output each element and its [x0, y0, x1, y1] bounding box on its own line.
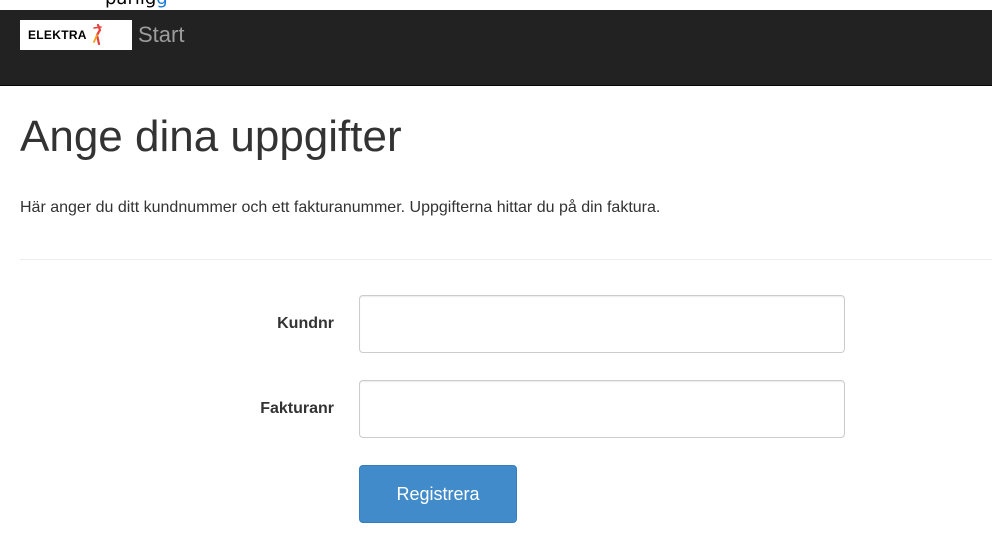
- top-strip: parligg: [0, 0, 992, 10]
- kundnr-label: Kundnr: [277, 315, 334, 332]
- register-button[interactable]: Registrera: [359, 465, 517, 523]
- logo-text: ELEKTRA: [28, 28, 87, 42]
- logo-figure-icon: [92, 24, 102, 46]
- lead-text: Här anger du ditt kundnummer och ett fak…: [20, 199, 661, 216]
- navbar-brand[interactable]: ELEKTRA Start: [20, 20, 184, 50]
- fakturanr-label: Fakturanr: [260, 400, 334, 417]
- navbar: ELEKTRA Start: [0, 10, 992, 86]
- top-strip-text: parligg: [105, 0, 168, 9]
- start-link[interactable]: Start: [138, 20, 184, 50]
- top-strip-prefix: parlig: [105, 0, 156, 9]
- kundnr-input[interactable]: [359, 295, 845, 353]
- page-title: Ange dina uppgifter: [20, 112, 402, 161]
- divider: [20, 259, 992, 260]
- top-strip-link[interactable]: g: [156, 0, 167, 9]
- fakturanr-input[interactable]: [359, 380, 845, 438]
- elektra-logo[interactable]: ELEKTRA: [20, 20, 132, 50]
